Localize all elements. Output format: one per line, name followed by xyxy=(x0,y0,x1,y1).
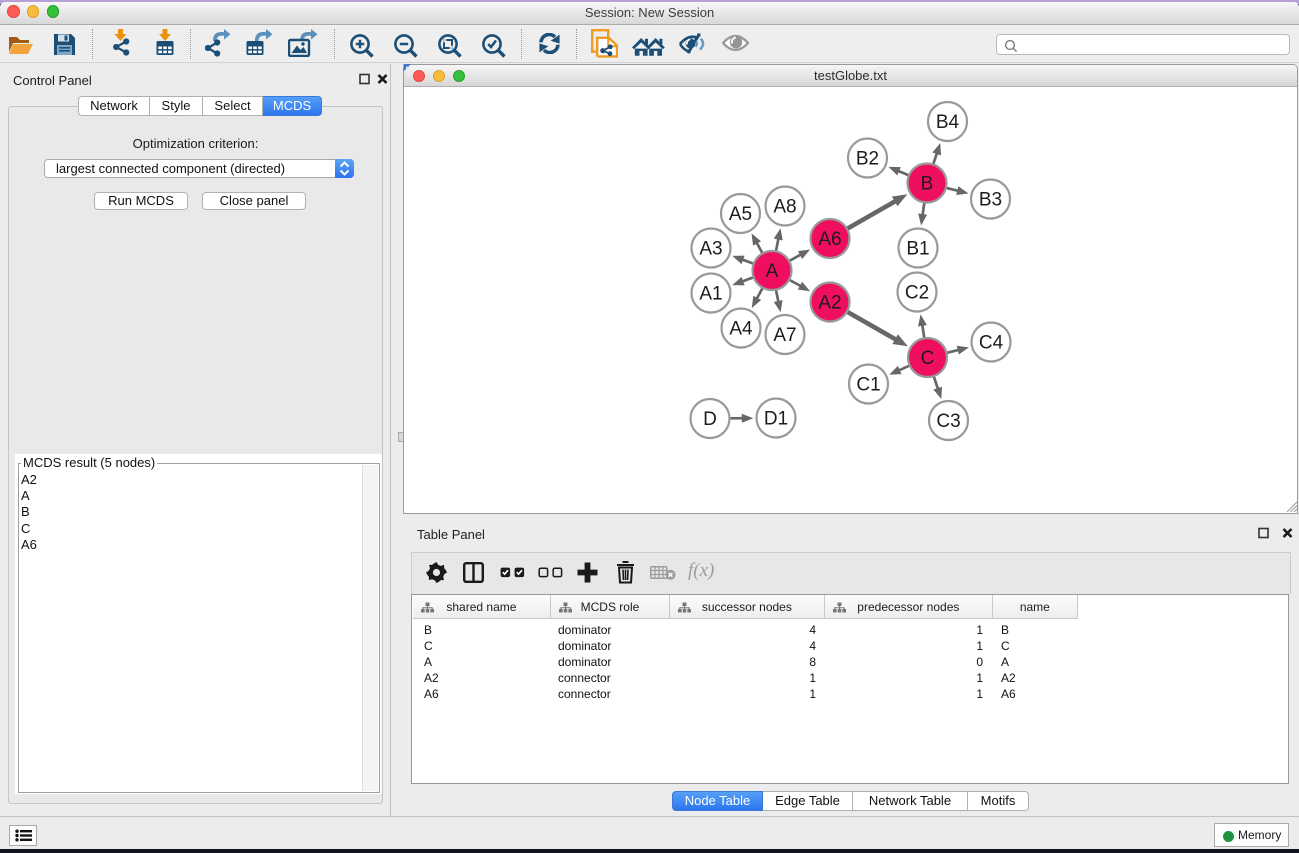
svg-text:A2: A2 xyxy=(818,293,841,314)
svg-text:A7: A7 xyxy=(773,325,796,346)
svg-text:C2: C2 xyxy=(905,283,929,304)
svg-text:C3: C3 xyxy=(936,411,960,432)
svg-text:B2: B2 xyxy=(856,149,879,170)
svg-text:A3: A3 xyxy=(699,239,722,260)
svg-text:B4: B4 xyxy=(936,112,960,133)
svg-text:A5: A5 xyxy=(729,204,752,225)
svg-text:A: A xyxy=(766,261,779,282)
svg-text:B: B xyxy=(921,174,934,195)
svg-text:D1: D1 xyxy=(764,409,788,430)
svg-text:A8: A8 xyxy=(773,197,796,218)
svg-text:B1: B1 xyxy=(906,239,929,260)
svg-text:A4: A4 xyxy=(729,319,753,340)
svg-text:A1: A1 xyxy=(699,284,722,305)
svg-text:A6: A6 xyxy=(818,229,841,250)
svg-text:C4: C4 xyxy=(979,333,1004,354)
svg-text:C1: C1 xyxy=(856,375,880,396)
svg-text:D: D xyxy=(703,409,717,430)
svg-text:C: C xyxy=(921,348,935,369)
svg-text:B3: B3 xyxy=(979,190,1002,211)
